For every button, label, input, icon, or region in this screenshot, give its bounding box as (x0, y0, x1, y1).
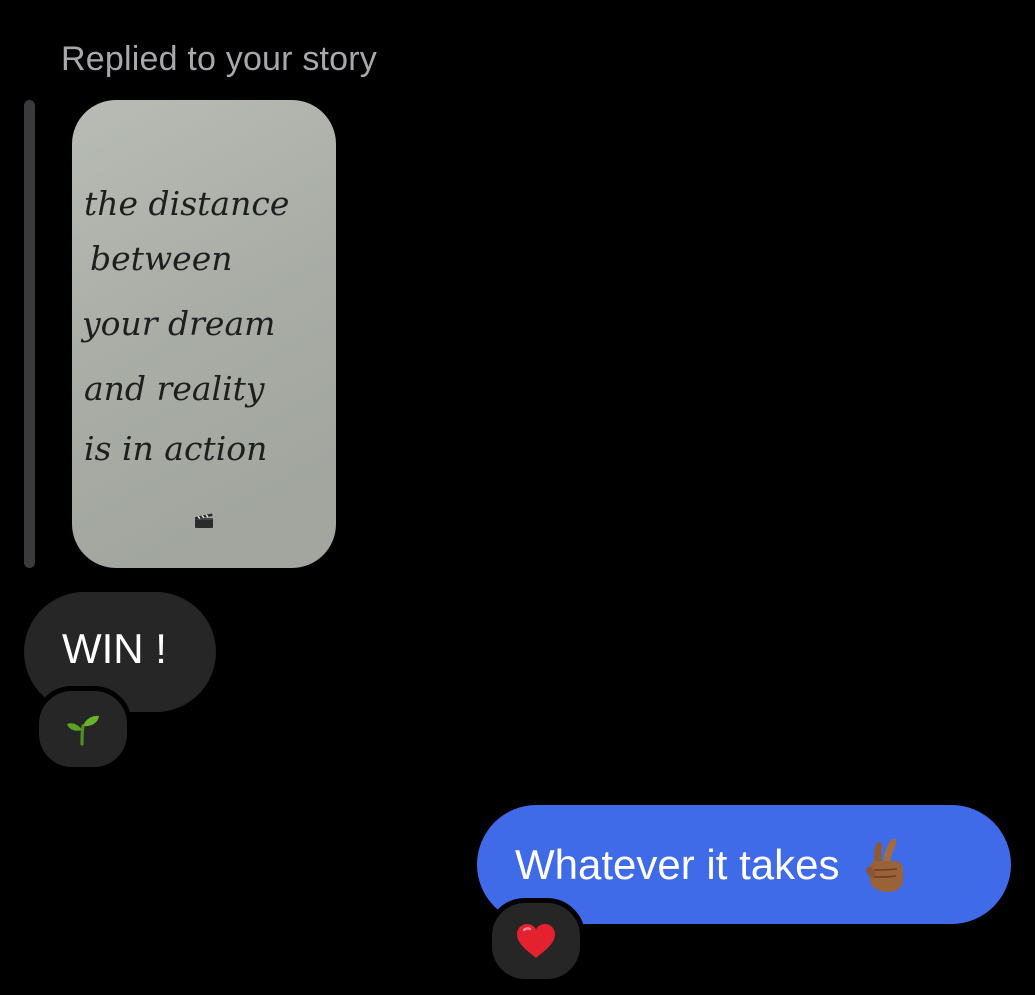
story-line: the distance (84, 184, 289, 223)
quote-bar (24, 100, 35, 568)
incoming-message-reaction[interactable] (34, 686, 132, 772)
story-line: and reality (84, 369, 265, 408)
story-line: is in action (84, 429, 267, 468)
story-line: between (90, 239, 232, 278)
incoming-message-text: WIN ! (62, 625, 167, 672)
reply-header: Replied to your story (61, 40, 378, 78)
crossed-fingers-emoji-icon (866, 838, 904, 892)
red-heart-emoji-icon (517, 924, 555, 958)
clapper-board-icon (195, 513, 213, 528)
outgoing-message-reaction[interactable] (487, 898, 585, 984)
story-preview[interactable]: the distance between your dream and real… (72, 100, 336, 568)
story-image: the distance between your dream and real… (72, 100, 336, 568)
story-line: your dream (80, 304, 275, 343)
outgoing-message-text: Whatever it takes (515, 840, 840, 888)
seedling-emoji-icon (67, 715, 99, 746)
